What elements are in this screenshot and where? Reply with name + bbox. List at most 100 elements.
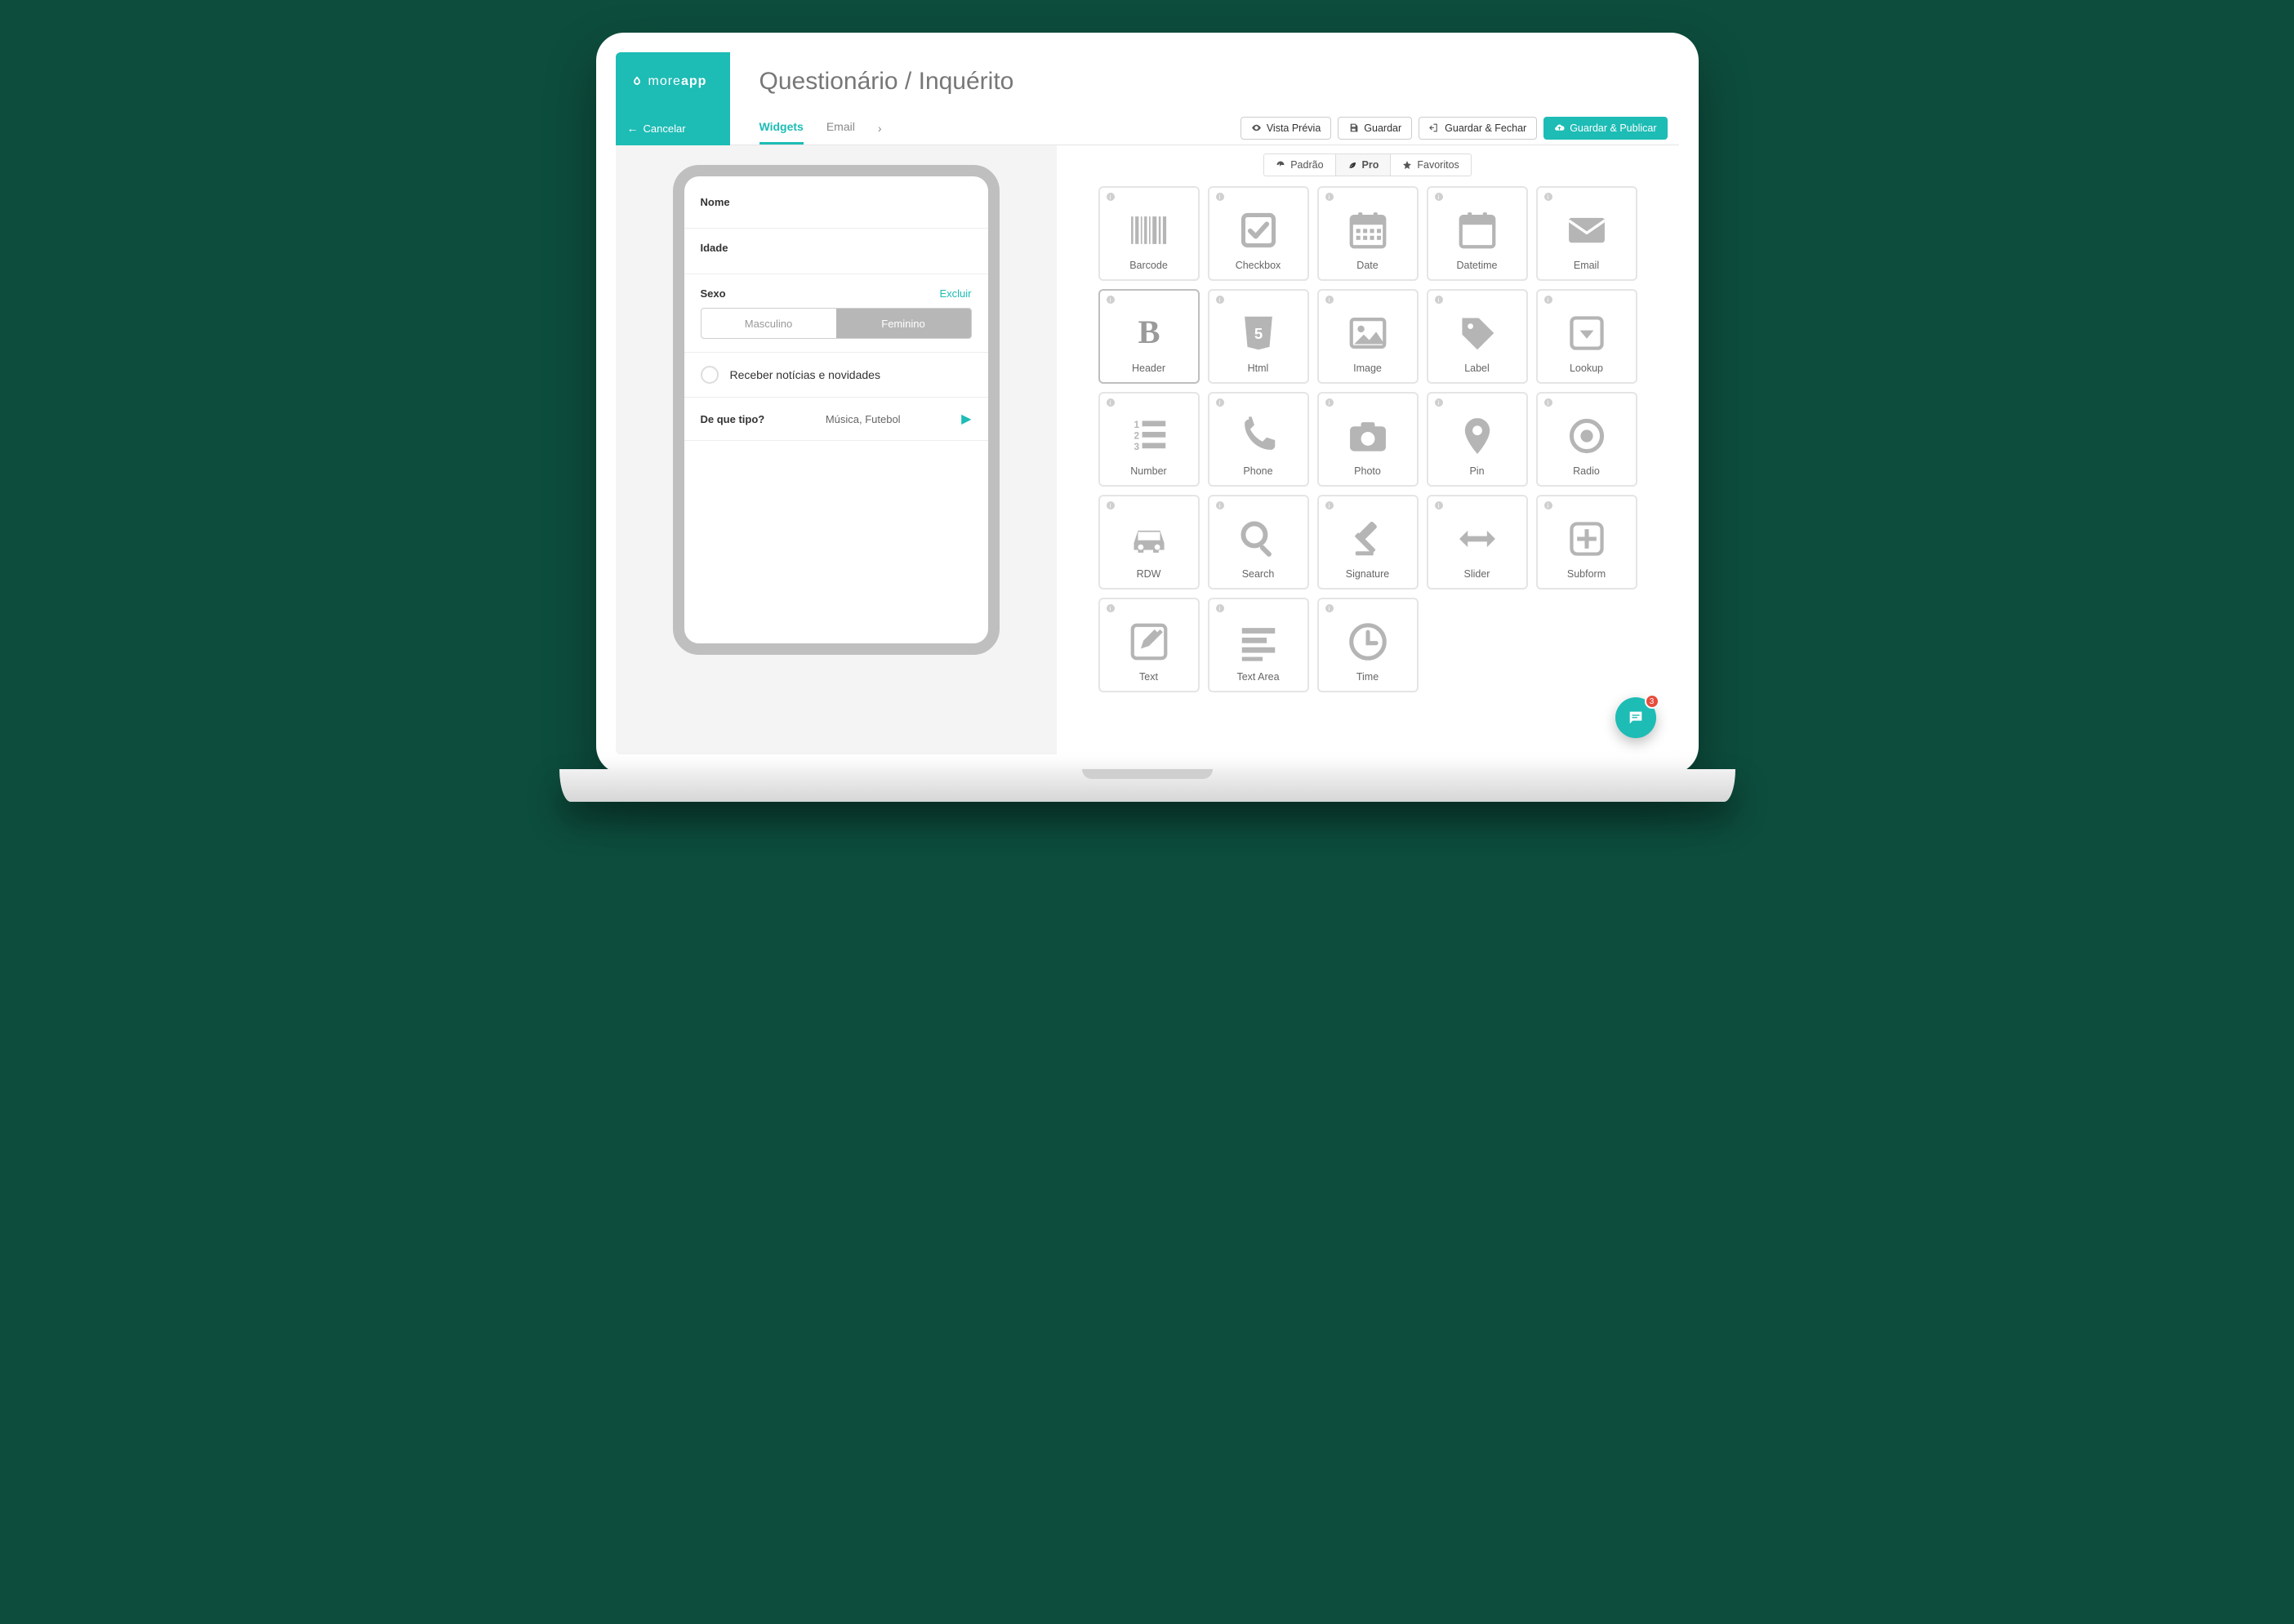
info-icon[interactable]: i	[1325, 296, 1334, 304]
svg-text:5: 5	[1254, 325, 1262, 342]
info-icon[interactable]: i	[1107, 398, 1115, 407]
info-icon[interactable]: i	[1325, 398, 1334, 407]
info-icon[interactable]: i	[1435, 398, 1443, 407]
laptop-notch	[1082, 769, 1213, 779]
arrow-left-icon: ←	[627, 122, 639, 135]
info-icon[interactable]: i	[1216, 501, 1224, 509]
palette-category-tabs: Padrão Pro Favoritos	[1263, 154, 1472, 176]
dropdown-icon	[1562, 310, 1611, 356]
info-icon[interactable]: i	[1435, 501, 1443, 509]
widget-header[interactable]: i B Header	[1098, 289, 1200, 384]
info-icon[interactable]: i	[1107, 296, 1115, 304]
widget-date[interactable]: i Date	[1317, 186, 1419, 281]
bold-icon: B	[1125, 310, 1174, 356]
info-icon[interactable]: i	[1216, 604, 1224, 612]
save-publish-button[interactable]: Guardar & Publicar	[1543, 117, 1667, 140]
radio-icon	[1562, 413, 1611, 459]
chevron-right-icon[interactable]: ›	[878, 122, 882, 135]
save-close-button[interactable]: Guardar & Fechar	[1419, 117, 1537, 140]
checkbox-icon	[1234, 207, 1283, 253]
camera-icon	[1343, 413, 1392, 459]
field-sexo[interactable]: Sexo Excluir Masculino Feminino	[684, 274, 988, 353]
widget-signature[interactable]: i Signature	[1317, 495, 1419, 590]
field-nome[interactable]: Nome	[684, 180, 988, 229]
info-icon[interactable]: i	[1107, 501, 1115, 509]
sexo-segment: Masculino Feminino	[701, 308, 972, 339]
widget-search[interactable]: i Search	[1208, 495, 1309, 590]
preview-button[interactable]: Vista Prévia	[1241, 117, 1331, 140]
info-icon[interactable]: i	[1216, 193, 1224, 201]
widget-html[interactable]: i 5 Html	[1208, 289, 1309, 384]
info-icon[interactable]: i	[1435, 296, 1443, 304]
info-icon[interactable]: i	[1544, 501, 1552, 509]
chat-fab[interactable]: 3	[1615, 697, 1656, 738]
delete-field-link[interactable]: Excluir	[939, 287, 971, 300]
star-icon	[1402, 160, 1412, 170]
widget-datetime[interactable]: i Datetime	[1427, 186, 1528, 281]
widget-label[interactable]: i Label	[1427, 289, 1528, 384]
widget-pin[interactable]: i Pin	[1427, 392, 1528, 487]
info-icon[interactable]: i	[1107, 604, 1115, 612]
widget-lookup[interactable]: i Lookup	[1536, 289, 1637, 384]
widget-grid: i Barcode i Checkbox i Date	[1098, 186, 1637, 692]
widget-checkbox[interactable]: i Checkbox	[1208, 186, 1309, 281]
widget-textarea[interactable]: i Text Area	[1208, 598, 1309, 692]
widget-time[interactable]: i Time	[1317, 598, 1419, 692]
car-icon	[1125, 516, 1174, 562]
segment-feminino[interactable]: Feminino	[836, 309, 971, 338]
widget-subform[interactable]: i Subform	[1536, 495, 1637, 590]
info-icon[interactable]: i	[1107, 193, 1115, 201]
phone-icon	[1234, 413, 1283, 459]
ordered-list-icon: 123	[1125, 413, 1174, 459]
info-icon[interactable]: i	[1216, 398, 1224, 407]
widget-radio[interactable]: i Radio	[1536, 392, 1637, 487]
tipo-value: Música, Futebol	[826, 413, 901, 425]
app-screen: moreapp ← Cancelar Questionário / Inquér…	[616, 52, 1679, 754]
chat-icon	[1627, 709, 1645, 727]
svg-text:B: B	[1138, 314, 1160, 350]
widget-text[interactable]: i Text	[1098, 598, 1200, 692]
radio-unchecked-icon[interactable]	[701, 366, 719, 384]
calendar-blank-icon	[1453, 207, 1502, 253]
field-newsletter[interactable]: Receber notícias e novidades	[684, 353, 988, 398]
widget-barcode[interactable]: i Barcode	[1098, 186, 1200, 281]
cancel-button[interactable]: ← Cancelar	[616, 111, 730, 145]
workspace: Nome Idade Sexo Excluir Masculino Femini…	[616, 145, 1679, 754]
info-icon[interactable]: i	[1544, 193, 1552, 201]
info-icon[interactable]: i	[1325, 193, 1334, 201]
logout-icon	[1429, 122, 1440, 133]
widget-rdw[interactable]: i RDW	[1098, 495, 1200, 590]
info-icon[interactable]: i	[1325, 604, 1334, 612]
image-icon	[1343, 310, 1392, 356]
field-tipo[interactable]: De que tipo? Música, Futebol ▶	[684, 398, 988, 441]
toolbar-actions: Vista Prévia Guardar Guardar & Fechar Gu…	[1241, 117, 1668, 140]
info-icon[interactable]: i	[1435, 193, 1443, 201]
tipo-label: De que tipo?	[701, 413, 765, 425]
save-button[interactable]: Guardar	[1338, 117, 1412, 140]
svg-text:2: 2	[1134, 429, 1139, 441]
info-icon[interactable]: i	[1216, 296, 1224, 304]
magnifier-icon	[1234, 516, 1283, 562]
widget-photo[interactable]: i Photo	[1317, 392, 1419, 487]
widget-email[interactable]: i Email	[1536, 186, 1637, 281]
segment-masculino[interactable]: Masculino	[702, 309, 836, 338]
tab-email[interactable]: Email	[826, 111, 855, 145]
clock-icon	[1343, 619, 1392, 665]
widget-phone[interactable]: i Phone	[1208, 392, 1309, 487]
widget-slider[interactable]: i Slider	[1427, 495, 1528, 590]
palette-tab-favoritos[interactable]: Favoritos	[1391, 154, 1470, 176]
info-icon[interactable]: i	[1544, 398, 1552, 407]
widget-image[interactable]: i Image	[1317, 289, 1419, 384]
palette-tab-pro[interactable]: Pro	[1336, 154, 1392, 176]
widget-palette: Padrão Pro Favoritos i Barc	[1057, 145, 1679, 754]
info-icon[interactable]: i	[1544, 296, 1552, 304]
palette-tab-padrao[interactable]: Padrão	[1264, 154, 1335, 176]
tab-widgets[interactable]: Widgets	[759, 111, 804, 145]
widget-number[interactable]: i 123 Number	[1098, 392, 1200, 487]
page-title: Questionário / Inquérito	[759, 68, 1014, 96]
field-idade[interactable]: Idade	[684, 229, 988, 274]
title-bar: Questionário / Inquérito	[730, 52, 1679, 111]
brand-icon	[630, 75, 644, 88]
info-icon[interactable]: i	[1325, 501, 1334, 509]
eye-icon	[1251, 122, 1262, 133]
